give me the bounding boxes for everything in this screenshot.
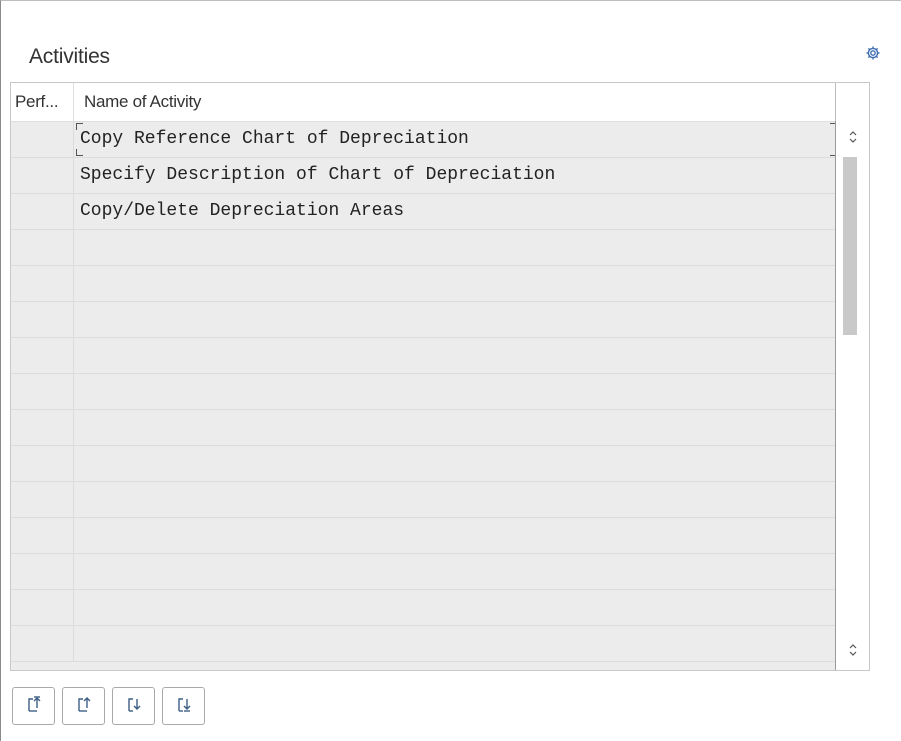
performed-cell[interactable] [11,374,74,409]
performed-cell[interactable] [11,626,74,661]
activity-name-cell[interactable] [74,518,835,553]
table-row[interactable]: Copy Reference Chart of Depreciation [11,122,837,158]
performed-cell[interactable] [11,590,74,625]
activity-name-cell[interactable] [74,554,835,589]
performed-cell[interactable] [11,122,74,157]
settings-button[interactable] [863,45,883,65]
move-down-button[interactable] [112,687,155,725]
activity-name-cell[interactable] [74,338,835,373]
move-up-button[interactable] [62,687,105,725]
activity-name-cell[interactable] [74,626,835,661]
table-row[interactable] [11,302,835,338]
activity-name-cell[interactable] [74,374,835,409]
table-row[interactable] [11,446,835,482]
panel-title: Activities [29,45,110,68]
table-toolbar [12,687,205,727]
column-header-name-of-activity[interactable]: Name of Activity [74,83,836,121]
vertical-scrollbar[interactable] [836,121,869,670]
performed-cell[interactable] [11,482,74,517]
activity-name-cell[interactable] [74,266,835,301]
move-to-top-button[interactable] [12,687,55,725]
table-row[interactable] [11,266,835,302]
performed-cell[interactable] [11,230,74,265]
chevron-up-icon [848,129,858,150]
table-row[interactable] [11,518,835,554]
move-to-top-icon [24,694,44,719]
move-up-icon [74,694,94,719]
performed-cell[interactable] [11,302,74,337]
performed-cell[interactable] [11,554,74,589]
activity-name-cell[interactable]: Copy/Delete Depreciation Areas [74,194,835,229]
performed-cell[interactable] [11,446,74,481]
activity-name-cell[interactable] [74,446,835,481]
table-row[interactable]: Specify Description of Chart of Deprecia… [11,158,835,194]
activity-name-cell[interactable] [74,302,835,337]
performed-cell[interactable] [11,194,74,229]
table-row[interactable] [11,626,835,662]
performed-cell[interactable] [11,266,74,301]
move-down-icon [124,694,144,719]
performed-cell[interactable] [11,338,74,373]
scrollbar-thumb[interactable] [843,157,857,335]
table-row[interactable]: Copy/Delete Depreciation Areas [11,194,835,230]
table-row[interactable] [11,590,835,626]
focus-indicator [76,123,83,130]
activity-name-cell[interactable] [74,590,835,625]
move-to-bottom-icon [174,694,194,719]
move-to-bottom-button[interactable] [162,687,205,725]
table-header: Perf... Name of Activity [11,83,869,122]
activity-name-cell[interactable] [74,230,835,265]
performed-cell[interactable] [11,158,74,193]
table-row[interactable] [11,554,835,590]
activity-name-cell[interactable]: Copy Reference Chart of Depreciation [74,122,837,157]
focus-indicator [76,149,83,156]
table-body: Copy Reference Chart of Depreciation Spec… [11,122,837,662]
performed-cell[interactable] [11,410,74,445]
table-row[interactable] [11,482,835,518]
scroll-down-button[interactable] [836,634,869,670]
table-row[interactable] [11,374,835,410]
activity-name-cell[interactable] [74,482,835,517]
activity-name-cell[interactable]: Specify Description of Chart of Deprecia… [74,158,835,193]
column-header-performed[interactable]: Perf... [11,83,74,121]
performed-cell[interactable] [11,518,74,553]
activity-name-cell[interactable] [74,410,835,445]
chevron-down-icon [848,642,858,663]
column-header-filler [835,83,869,121]
table-row[interactable] [11,230,835,266]
table-row[interactable] [11,410,835,446]
activities-panel: Activities Perf... Name of Activity Copy… [0,0,901,741]
table-row[interactable] [11,338,835,374]
activities-table: Perf... Name of Activity Copy Reference … [10,82,870,671]
gear-icon [865,45,881,66]
scroll-up-button[interactable] [836,121,869,157]
